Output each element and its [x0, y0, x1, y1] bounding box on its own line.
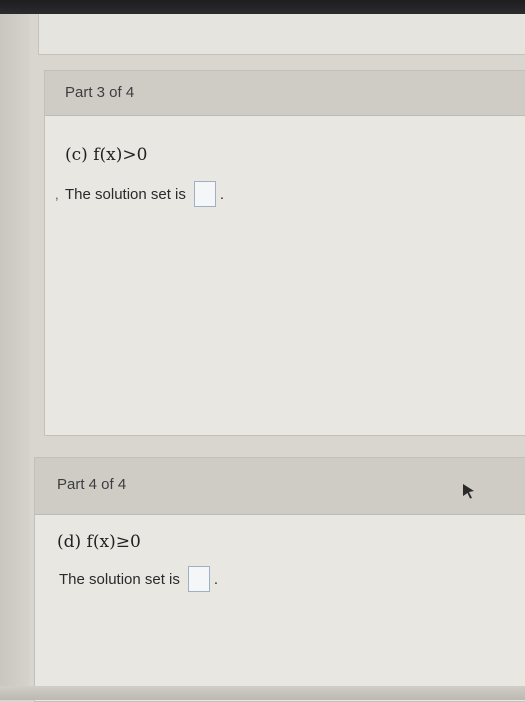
part-3-question: (c) f(x)>0: [65, 145, 148, 165]
part-4-label: Part 4 of 4: [57, 476, 127, 493]
part-4-answer-input[interactable]: [187, 566, 210, 592]
part-3-card: Part 3 of 4 (c) f(x)>0 , The solution se…: [44, 70, 525, 436]
part-4-card: Part 4 of 4 (d) f(x)≥0 The solution set …: [34, 457, 525, 702]
stray-mark: ,: [55, 187, 59, 202]
next-part-edge: [0, 686, 525, 700]
part-3-answer-prompt: The solution set is: [65, 185, 186, 203]
previous-part-card: [38, 14, 525, 55]
part-4-answer-period: .: [213, 570, 219, 588]
part-4-answer-row: The solution set is .: [59, 566, 218, 592]
part-3-header: Part 3 of 4: [45, 71, 525, 116]
part-3-answer-row: The solution set is .: [65, 181, 224, 207]
part-4-header: Part 4 of 4: [35, 458, 525, 515]
part-4-answer-prompt: The solution set is: [59, 570, 180, 588]
mouse-pointer-icon: [463, 484, 474, 499]
part-3-answer-period: .: [219, 185, 225, 203]
monitor-bezel: [0, 0, 525, 14]
part-4-question: (d) f(x)≥0: [57, 532, 141, 552]
page-margin: [0, 14, 30, 700]
part-3-label: Part 3 of 4: [65, 84, 135, 101]
part-3-answer-input[interactable]: [193, 181, 216, 207]
